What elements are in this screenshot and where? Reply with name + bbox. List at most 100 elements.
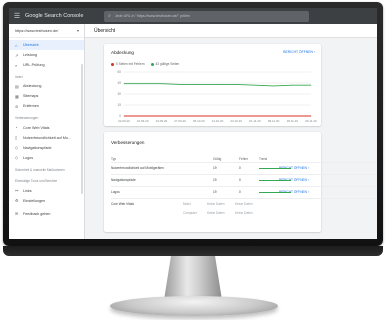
sidebar-item-label: Einstellungen bbox=[23, 198, 46, 203]
sidebar-item-entfernen[interactable]: ⊘ Entfernen bbox=[9, 101, 84, 111]
sidebar-item-label: Core Web Vitals bbox=[23, 125, 50, 130]
sidebar-item-label: Übersicht bbox=[23, 43, 39, 47]
row-valid: 19 bbox=[213, 178, 217, 182]
improvements-table-header: Typ Gültig Fehler Trend bbox=[111, 154, 377, 162]
data-point bbox=[254, 115, 256, 117]
sidebar-item-label: URL-Prüfung bbox=[23, 63, 45, 67]
header-type: Typ bbox=[111, 157, 117, 161]
sidebar-item-url-pr-fung[interactable]: ⌕ URL-Prüfung bbox=[9, 60, 84, 70]
sidebar-item-logos[interactable]: ◇ Logos bbox=[9, 153, 84, 163]
series-line bbox=[124, 83, 311, 87]
header-trend: Trend bbox=[259, 157, 268, 161]
row-errors: 0 bbox=[239, 166, 241, 170]
data-point bbox=[273, 85, 274, 87]
y-tick-label: 60 bbox=[117, 70, 121, 74]
hamburger-menu-icon[interactable]: ☰ bbox=[9, 8, 25, 24]
x-tick-label: 19.09.20 bbox=[156, 119, 168, 123]
sidebar-item-label: Feedback geben bbox=[23, 211, 51, 216]
x-tick-label: 02.09.20 bbox=[118, 119, 130, 123]
home-icon: ⌂ bbox=[15, 42, 18, 48]
sidebar-item-nutzerfreundlichkeit-auf-mo[interactable]: ▯ Nutzerfreundlichkeit auf Mo… bbox=[9, 133, 84, 143]
sidebar-item-einstellungen[interactable]: ⚙ Einstellungen bbox=[9, 196, 84, 206]
screen: ☰ Google Search Console ⌕ Jede URL in "h… bbox=[9, 8, 377, 239]
row-valid: 19 bbox=[213, 190, 217, 194]
legend-item-errors[interactable]: 0 Seiten mit Fehlern bbox=[111, 62, 145, 66]
legend-label-valid: 43 gültige Seiten bbox=[155, 62, 180, 66]
legend-label-errors: 0 Seiten mit Fehlern bbox=[116, 62, 145, 66]
sidebar-item-label: Links bbox=[23, 188, 32, 193]
x-tick-label: 27.09.20 bbox=[174, 119, 186, 123]
sidebar-item-sitemaps[interactable]: ▦ Sitemaps bbox=[9, 91, 84, 101]
monitor-mockup: ☰ Google Search Console ⌕ Jede URL in "h… bbox=[0, 0, 388, 320]
cwv-mobile-label: Mobil bbox=[183, 202, 191, 206]
coverage-icon: ▤ bbox=[15, 83, 19, 89]
section-index-label: Index bbox=[15, 75, 23, 79]
data-point bbox=[198, 115, 200, 117]
chevron-down-icon: ▾ bbox=[76, 28, 79, 33]
chart-legend: 0 Seiten mit Fehlern 43 gültige Seiten bbox=[111, 62, 179, 66]
mobile-icon: ▯ bbox=[15, 135, 18, 141]
search-placeholder: Jede URL in "https://www.testhosen.de/" … bbox=[114, 14, 191, 18]
gear-icon: ⚙ bbox=[15, 198, 19, 204]
data-point bbox=[291, 115, 293, 117]
x-tick-label: 23.10.20 bbox=[230, 119, 242, 123]
sidebar-item-navigationspfade[interactable]: ◇ Navigationspfade bbox=[9, 143, 84, 153]
table-row[interactable]: Nutzerfreundlichkeit auf Mobilgeräten 19 0… bbox=[111, 162, 377, 174]
page-title: Übersicht bbox=[85, 24, 377, 38]
x-tick-label: 10.09.20 bbox=[137, 119, 149, 123]
sidebar-item-label: Entfernen bbox=[23, 104, 39, 109]
legend-swatch-errors bbox=[111, 62, 114, 66]
data-point bbox=[291, 84, 293, 86]
search-icon: ⌕ bbox=[15, 62, 18, 68]
sidebar-item-links[interactable]: ⚯ Links bbox=[9, 186, 84, 196]
cwv-row: Core Web Vitals Mobil Keine Daten Keine … bbox=[111, 198, 377, 220]
row-type: Navigationspfade bbox=[111, 178, 136, 182]
sidebar-item-leistung[interactable]: ↗ Leistung bbox=[9, 50, 84, 60]
section-improvements-label: Verbesserungen bbox=[15, 116, 39, 121]
data-point bbox=[161, 115, 162, 117]
search-icon: ⌕ bbox=[108, 13, 111, 19]
data-point bbox=[235, 84, 237, 85]
trend-sparkline bbox=[259, 168, 291, 170]
sidebar-item-feedback[interactable]: ✉ Feedback geben bbox=[9, 209, 84, 219]
sidebar-item-label: Navigationspfade bbox=[23, 145, 52, 150]
legend-item-valid[interactable]: 43 gültige Seiten bbox=[150, 62, 180, 66]
coverage-open-report-link[interactable]: BERICHT ÖFFNEN › bbox=[283, 50, 315, 54]
table-row[interactable]: Navigationspfade 19 0 BERICHT ÖFFNEN › bbox=[111, 174, 377, 186]
main-content: Übersicht Abdeckung BERICHT ÖFFNEN › 0 S… bbox=[85, 24, 377, 239]
url-inspection-search-input[interactable]: ⌕ Jede URL in "https://www.testhosen.de/… bbox=[104, 10, 309, 22]
table-row[interactable]: Logos 19 0 BERICHT ÖFFNEN › bbox=[111, 186, 377, 198]
trend-icon: ↗ bbox=[15, 52, 19, 58]
section-security-label[interactable]: Sicherheit & manuelle Maßnahmen bbox=[9, 163, 84, 174]
nav-group-bottom: ⚯ Links ⚙ Einstellungen bbox=[9, 186, 84, 206]
monitor-chin bbox=[3, 246, 383, 256]
row-valid: 19 bbox=[213, 166, 217, 170]
improvements-card-title: Verbesserungen bbox=[111, 140, 145, 145]
monitor-stand-base bbox=[110, 296, 278, 316]
data-point bbox=[254, 84, 256, 86]
section-legacy-label[interactable]: Ehemalige Tools und Berichte bbox=[9, 174, 84, 185]
y-tick-label: 45 bbox=[117, 81, 121, 85]
layers-icon: ◇ bbox=[15, 145, 19, 151]
cwv-label: Core Web Vitals bbox=[111, 202, 134, 206]
data-point bbox=[217, 84, 218, 85]
sidebar-scrollbar[interactable] bbox=[81, 64, 83, 194]
sidebar-item-bersicht[interactable]: ⌂ Übersicht bbox=[9, 40, 84, 50]
data-point bbox=[142, 115, 144, 117]
property-selector[interactable]: https://www.testhosen.de/ ▾ bbox=[9, 24, 84, 38]
data-point bbox=[123, 115, 125, 117]
nav-group-top: ⌂ Übersicht ↗ Leistung ⌕ URL-Prüfung bbox=[9, 38, 84, 70]
x-tick-label: 09.11.20 bbox=[268, 119, 280, 123]
x-tick-label: 18.11.20 bbox=[287, 119, 299, 123]
cwv-desktop-value-2: Keine Daten bbox=[235, 211, 253, 215]
data-point bbox=[123, 83, 125, 85]
sidebar-item-core-web-vitals[interactable]: ◔ Core Web Vitals bbox=[9, 123, 84, 133]
sidebar-item-abdeckung[interactable]: ▤ Abdeckung bbox=[9, 81, 84, 91]
trend-sparkline bbox=[259, 192, 291, 194]
data-point bbox=[310, 84, 312, 86]
layers-icon: ◇ bbox=[15, 155, 19, 161]
gauge-icon: ◔ bbox=[15, 125, 18, 131]
row-errors: 0 bbox=[239, 178, 241, 182]
sidebar-item-label: Nutzerfreundlichkeit auf Mo… bbox=[23, 135, 72, 140]
header-valid: Gültig bbox=[213, 157, 222, 161]
